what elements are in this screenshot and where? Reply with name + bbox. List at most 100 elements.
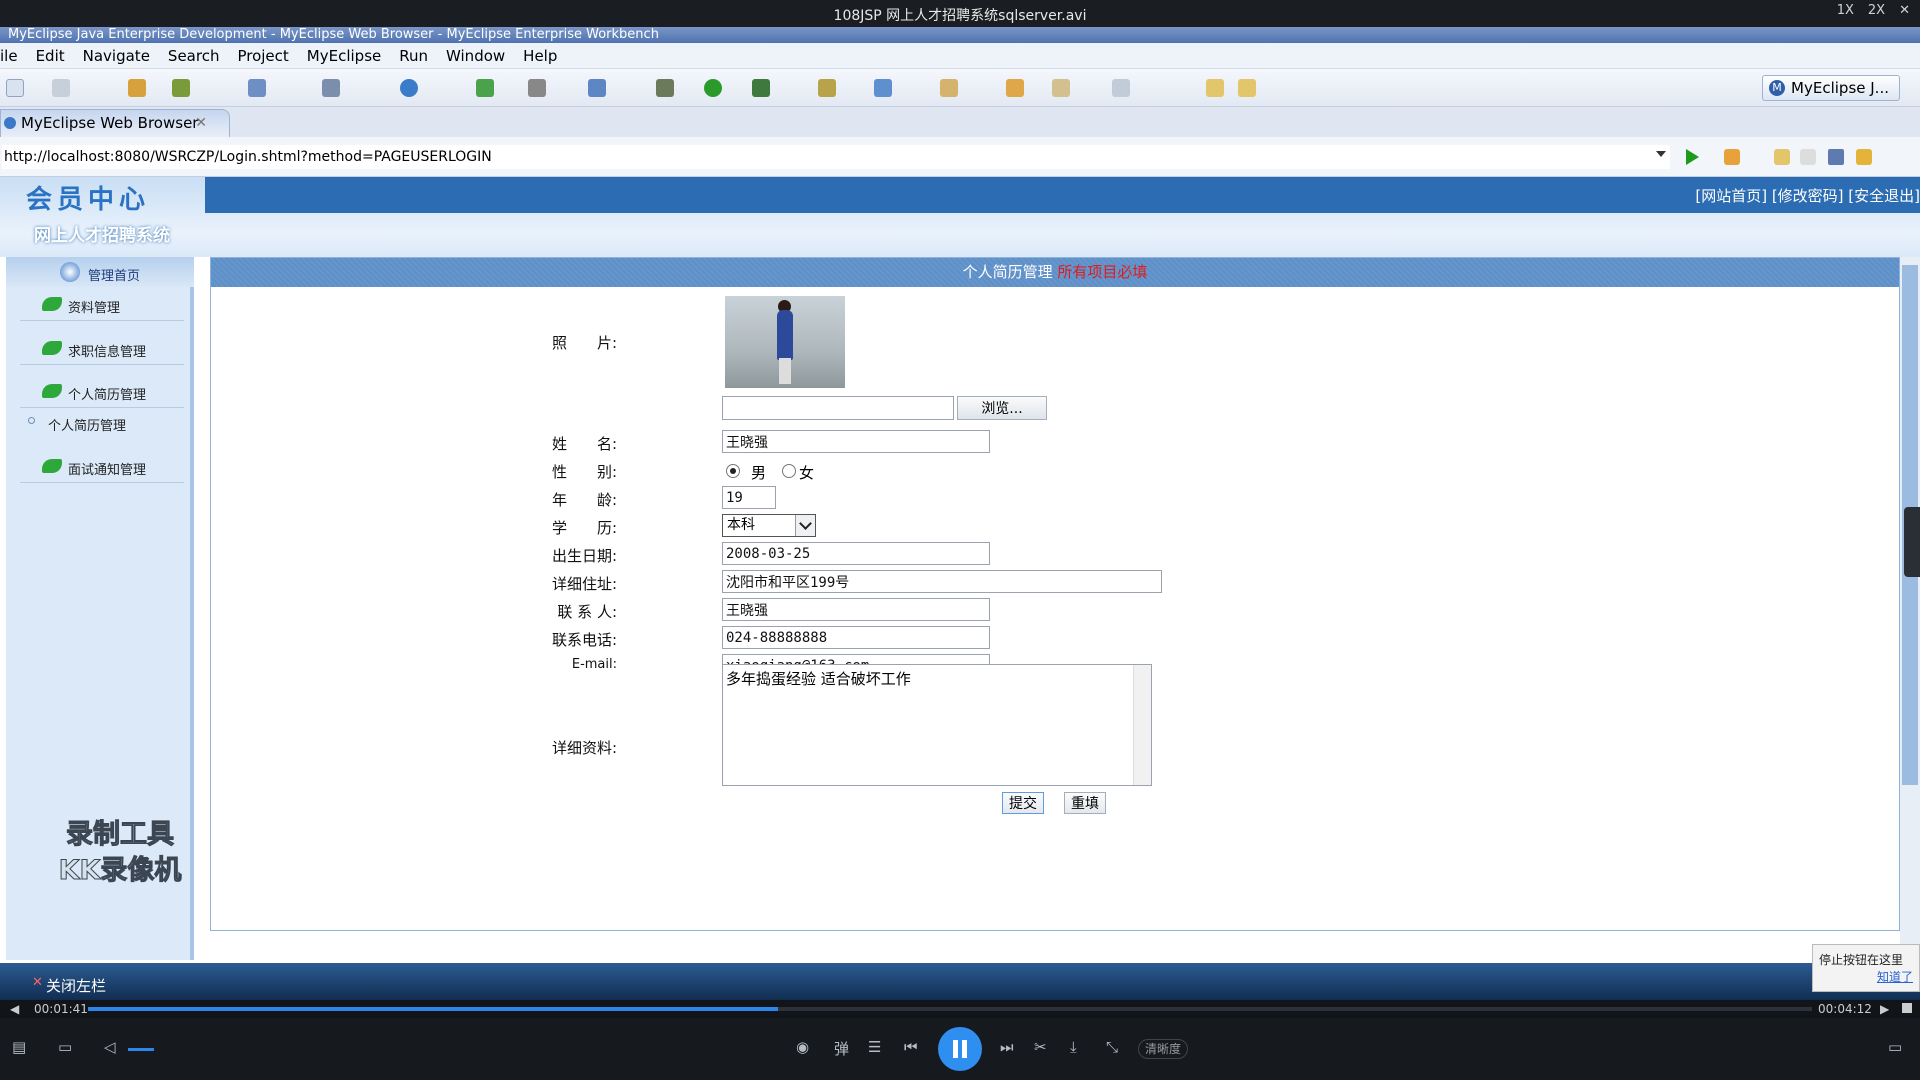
reset-button[interactable]: 重填 xyxy=(1064,792,1106,814)
close-tab-icon[interactable]: ✕ xyxy=(195,110,207,136)
menu-run[interactable]: Run xyxy=(390,47,437,65)
nav-home[interactable]: 管理首页 xyxy=(6,257,194,287)
refresh-icon[interactable] xyxy=(874,79,892,97)
speed-2x-button[interactable]: 2X xyxy=(1868,3,1885,18)
browser-icon[interactable] xyxy=(400,79,418,97)
search-icon[interactable] xyxy=(1052,79,1070,97)
chevron-down-icon[interactable] xyxy=(1656,151,1666,157)
favorites-icon[interactable] xyxy=(1724,149,1740,165)
volume-icon[interactable]: ◁ xyxy=(104,1038,116,1056)
left-nav: 管理首页 资料管理 求职信息管理 个人简历管理 个人简历管理 面试通知管理 录制… xyxy=(6,257,194,960)
nav-item-label: 面试通知管理 xyxy=(68,463,147,478)
close-left-label[interactable]: 关闭左栏 xyxy=(46,975,106,996)
download-icon[interactable]: ⤓ xyxy=(1070,1038,1077,1056)
next-annotation-icon[interactable] xyxy=(1112,79,1130,97)
contact-input[interactable] xyxy=(722,598,990,621)
nav-item-job-info[interactable]: 求职信息管理 xyxy=(20,331,184,365)
library-icon[interactable]: ▤ xyxy=(12,1038,26,1056)
tab-web-browser[interactable]: MyEclipse Web Browser ✕ xyxy=(0,109,230,137)
server-icon[interactable] xyxy=(322,79,340,97)
page-scrollbar[interactable] xyxy=(1900,257,1920,963)
new-class-icon[interactable] xyxy=(588,79,606,97)
phone-input[interactable] xyxy=(722,626,990,649)
birthdate-input[interactable] xyxy=(722,542,990,565)
add-icon[interactable] xyxy=(476,79,494,97)
speed-1x-button[interactable]: 1X xyxy=(1837,3,1854,18)
menu-file[interactable]: ile xyxy=(0,47,27,65)
back-icon[interactable] xyxy=(1206,79,1224,97)
email-label: E-mail: xyxy=(571,657,617,672)
deploy-icon[interactable] xyxy=(248,79,266,97)
new-icon[interactable] xyxy=(6,79,24,97)
gender-female-radio[interactable] xyxy=(782,464,796,478)
menu-navigate[interactable]: Navigate xyxy=(74,47,159,65)
phone-label: 联系电话: xyxy=(551,631,617,649)
nav-sub-resume[interactable]: 个人简历管理 xyxy=(20,412,184,436)
name-input[interactable] xyxy=(722,430,990,453)
quality-button[interactable]: 清晰度 xyxy=(1138,1039,1189,1059)
photo-legs xyxy=(779,358,791,384)
next-icon[interactable]: ⏭ xyxy=(1000,1038,1014,1056)
previous-icon[interactable]: ⏮ xyxy=(904,1038,918,1056)
menu-project[interactable]: Project xyxy=(228,47,297,65)
address-input[interactable] xyxy=(722,570,1162,593)
open-type-icon[interactable] xyxy=(818,79,836,97)
details-textarea[interactable]: 多年捣蛋经验 适合破坏工作 xyxy=(722,664,1152,786)
forward-icon[interactable] xyxy=(1238,79,1256,97)
fullscreen-icon[interactable]: ▭ xyxy=(1888,1038,1902,1056)
top-links[interactable]: [网站首页] [修改密码] [安全退出] xyxy=(1695,185,1920,206)
menu-search[interactable]: Search xyxy=(159,47,229,65)
close-icon[interactable]: ✕ xyxy=(1899,3,1910,18)
nav-item-interview[interactable]: 面试通知管理 xyxy=(20,449,184,483)
site-banner: 会员中心 网上人才招聘系统 [网站首页] [修改密码] [安全退出] xyxy=(0,177,1920,257)
browse-button[interactable]: 浏览... xyxy=(957,396,1047,420)
browser-back-icon[interactable] xyxy=(1774,149,1790,165)
tip-dismiss-link[interactable]: 知道了 xyxy=(1819,968,1913,985)
education-select[interactable]: 本科 xyxy=(722,514,816,537)
folder-icon[interactable] xyxy=(1006,79,1024,97)
menu-window[interactable]: Window xyxy=(437,47,514,65)
save-icon[interactable] xyxy=(52,79,70,97)
external-tools-icon[interactable] xyxy=(752,79,770,97)
danmaku-icon[interactable]: 弹 xyxy=(834,1038,849,1059)
open-folder-icon[interactable] xyxy=(940,79,958,97)
equalizer-icon[interactable]: ☰ xyxy=(868,1038,881,1056)
menu-edit[interactable]: Edit xyxy=(27,47,74,65)
package-icon[interactable] xyxy=(128,79,146,97)
chevron-down-icon[interactable] xyxy=(795,515,815,536)
debug-icon[interactable] xyxy=(172,79,190,97)
settings-icon[interactable] xyxy=(656,79,674,97)
submit-button[interactable]: 提交 xyxy=(1002,792,1044,814)
side-panel-handle[interactable] xyxy=(1904,507,1920,577)
rewind-icon[interactable]: ◀ xyxy=(10,1002,19,1016)
refresh-page-icon[interactable] xyxy=(1856,149,1872,165)
nav-item-resume[interactable]: 个人简历管理 xyxy=(20,374,184,408)
gender-male-radio[interactable] xyxy=(726,464,740,478)
progress-track[interactable] xyxy=(88,1007,1812,1011)
forward-icon[interactable]: ▶ xyxy=(1880,1002,1889,1016)
camera-icon[interactable] xyxy=(528,79,546,97)
run-icon[interactable] xyxy=(704,79,722,97)
eye-icon[interactable]: ◉ xyxy=(796,1038,809,1056)
pause-button[interactable] xyxy=(938,1027,982,1071)
age-input[interactable] xyxy=(722,486,776,509)
perspective-button[interactable]: M MyEclipse J... xyxy=(1762,75,1900,101)
close-icon[interactable]: ✕ xyxy=(32,975,43,990)
menu-myeclipse[interactable]: MyEclipse xyxy=(298,47,390,65)
open-folder-icon[interactable]: ▭ xyxy=(58,1038,72,1056)
go-icon[interactable] xyxy=(1686,149,1699,165)
form-title: 个人简历管理 xyxy=(962,263,1053,281)
url-input[interactable] xyxy=(2,145,1670,169)
nav-item-profile[interactable]: 资料管理 xyxy=(20,287,184,321)
browser-forward-icon[interactable] xyxy=(1800,149,1816,165)
watermark-line-2: KK录像机 xyxy=(58,855,182,887)
details-scrollbar[interactable] xyxy=(1133,665,1151,785)
stop-icon[interactable] xyxy=(1828,149,1844,165)
photo-figure xyxy=(777,310,793,360)
shrink-icon[interactable]: ⤡ xyxy=(1106,1038,1118,1056)
photo-file-input[interactable] xyxy=(722,396,954,420)
volume-slider[interactable] xyxy=(128,1048,154,1051)
cut-icon[interactable]: ✂ xyxy=(1034,1038,1047,1056)
stop-icon[interactable] xyxy=(1902,1003,1912,1013)
menu-help[interactable]: Help xyxy=(514,47,566,65)
